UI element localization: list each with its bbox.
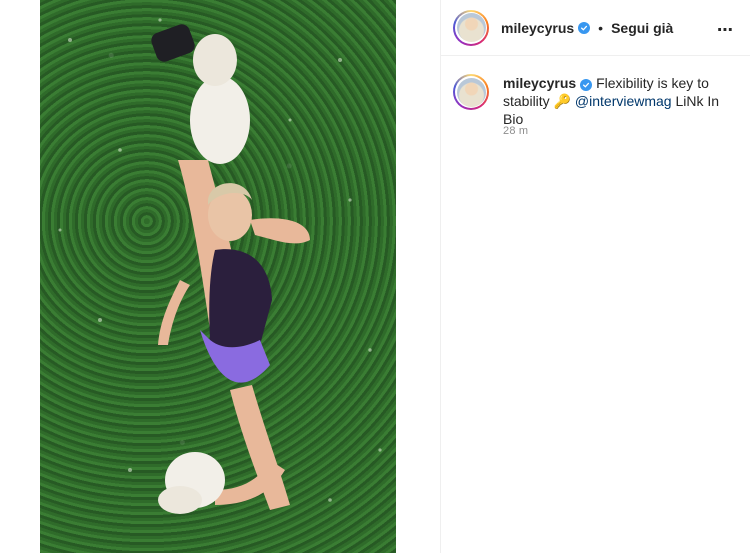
caption-text: mileycyrus Flexibility is key to stabili… [503,74,733,128]
caption-avatar[interactable] [453,74,489,110]
caption-username[interactable]: mileycyrus [503,75,576,91]
photo-illustration [58,18,382,514]
post-caption: mileycyrus Flexibility is key to stabili… [453,74,743,128]
header-separator: • [598,19,604,36]
key-emoji-icon: 🔑 [553,93,572,109]
post-header: mileycyrus • Segui già ⋯ [441,0,750,56]
verified-badge-icon [578,21,591,34]
avatar[interactable] [453,9,489,46]
post-side-panel: mileycyrus • Segui già ⋯ mileycyrus Flex… [441,0,750,553]
following-button[interactable]: Segui già [611,20,673,36]
left-margin [0,0,40,553]
caption-avatar-image [456,77,486,107]
caption-verified-badge-icon [580,79,593,91]
post-timestamp[interactable]: 28 m [503,125,528,137]
post-photo[interactable] [40,0,396,553]
avatar-image [456,13,486,42]
header-username[interactable]: mileycyrus [501,20,574,36]
mention-link[interactable]: @interviewmag [575,93,672,109]
more-options-icon[interactable]: ⋯ [717,20,734,40]
